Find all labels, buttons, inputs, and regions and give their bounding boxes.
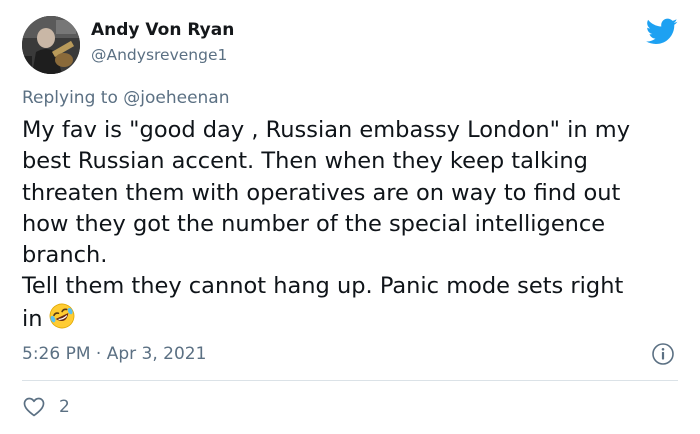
tweet-text-line: threaten them with operatives are on way… — [22, 179, 621, 206]
user-handle[interactable]: @Andysrevenge1 — [91, 46, 227, 64]
replying-label: Replying to — [22, 88, 118, 108]
tweet-text-line: in — [22, 305, 43, 332]
tweet-text-line: how they got the number of the special i… — [22, 210, 606, 237]
like-button[interactable]: 2 — [22, 395, 70, 419]
twitter-bird-icon — [646, 18, 678, 44]
tweet-text-line: best Russian accent. Then when they keep… — [22, 148, 588, 175]
info-icon[interactable] — [651, 342, 675, 366]
tweet-text-line-last: in — [22, 303, 692, 335]
rolling-on-floor-laughing-emoji — [49, 303, 74, 329]
divider — [22, 380, 678, 381]
tweet-text: My fav is "good day , Russian embassy Lo… — [22, 115, 692, 335]
tweet-timestamp[interactable]: 5:26 PM · Apr 3, 2021 — [22, 344, 206, 364]
like-count: 2 — [59, 397, 70, 417]
heart-icon — [23, 397, 45, 417]
avatar[interactable] — [22, 16, 80, 74]
replying-to-mention[interactable]: @joeheenan — [123, 88, 229, 108]
tweet-text-line: branch. — [22, 242, 108, 269]
tweet-card: Andy Von Ryan @Andysrevenge1 Replying to… — [0, 0, 700, 434]
tweet-text-line: My fav is "good day , Russian embassy Lo… — [22, 117, 631, 143]
tweet-text-line: Tell them they cannot hang up. Panic mod… — [22, 273, 624, 300]
display-name[interactable]: Andy Von Ryan — [91, 20, 234, 40]
replying-to: Replying to @joeheenan — [22, 88, 230, 108]
